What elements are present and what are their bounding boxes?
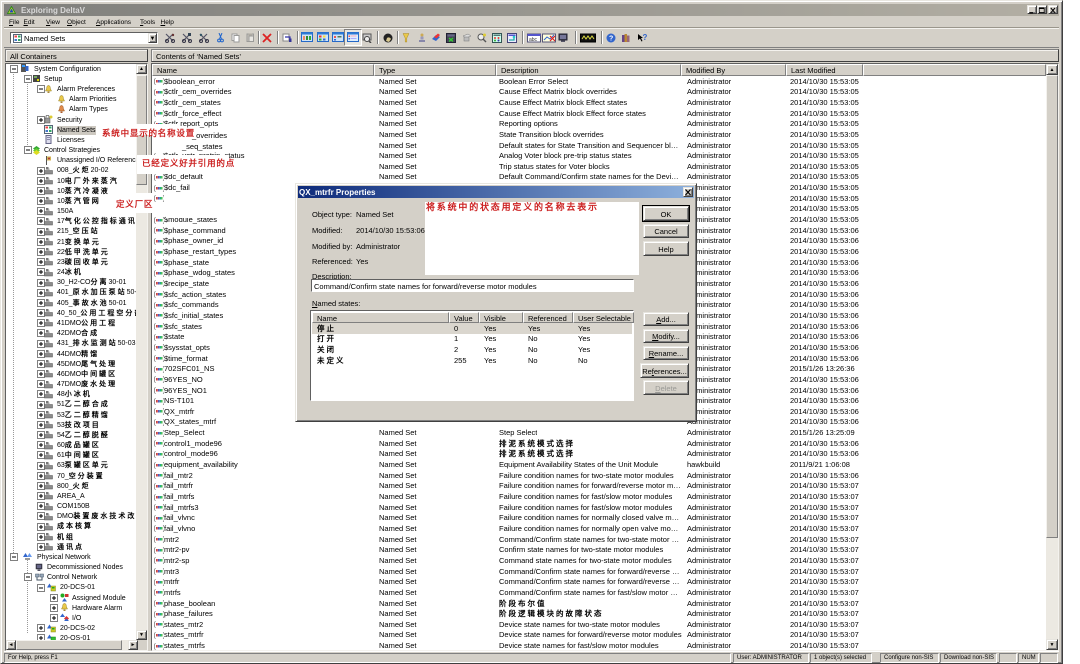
svg-text:abc: abc bbox=[529, 37, 538, 43]
svg-text:?: ? bbox=[643, 33, 648, 42]
svg-text:): ) bbox=[163, 196, 164, 203]
svg-text:?: ? bbox=[609, 36, 613, 43]
